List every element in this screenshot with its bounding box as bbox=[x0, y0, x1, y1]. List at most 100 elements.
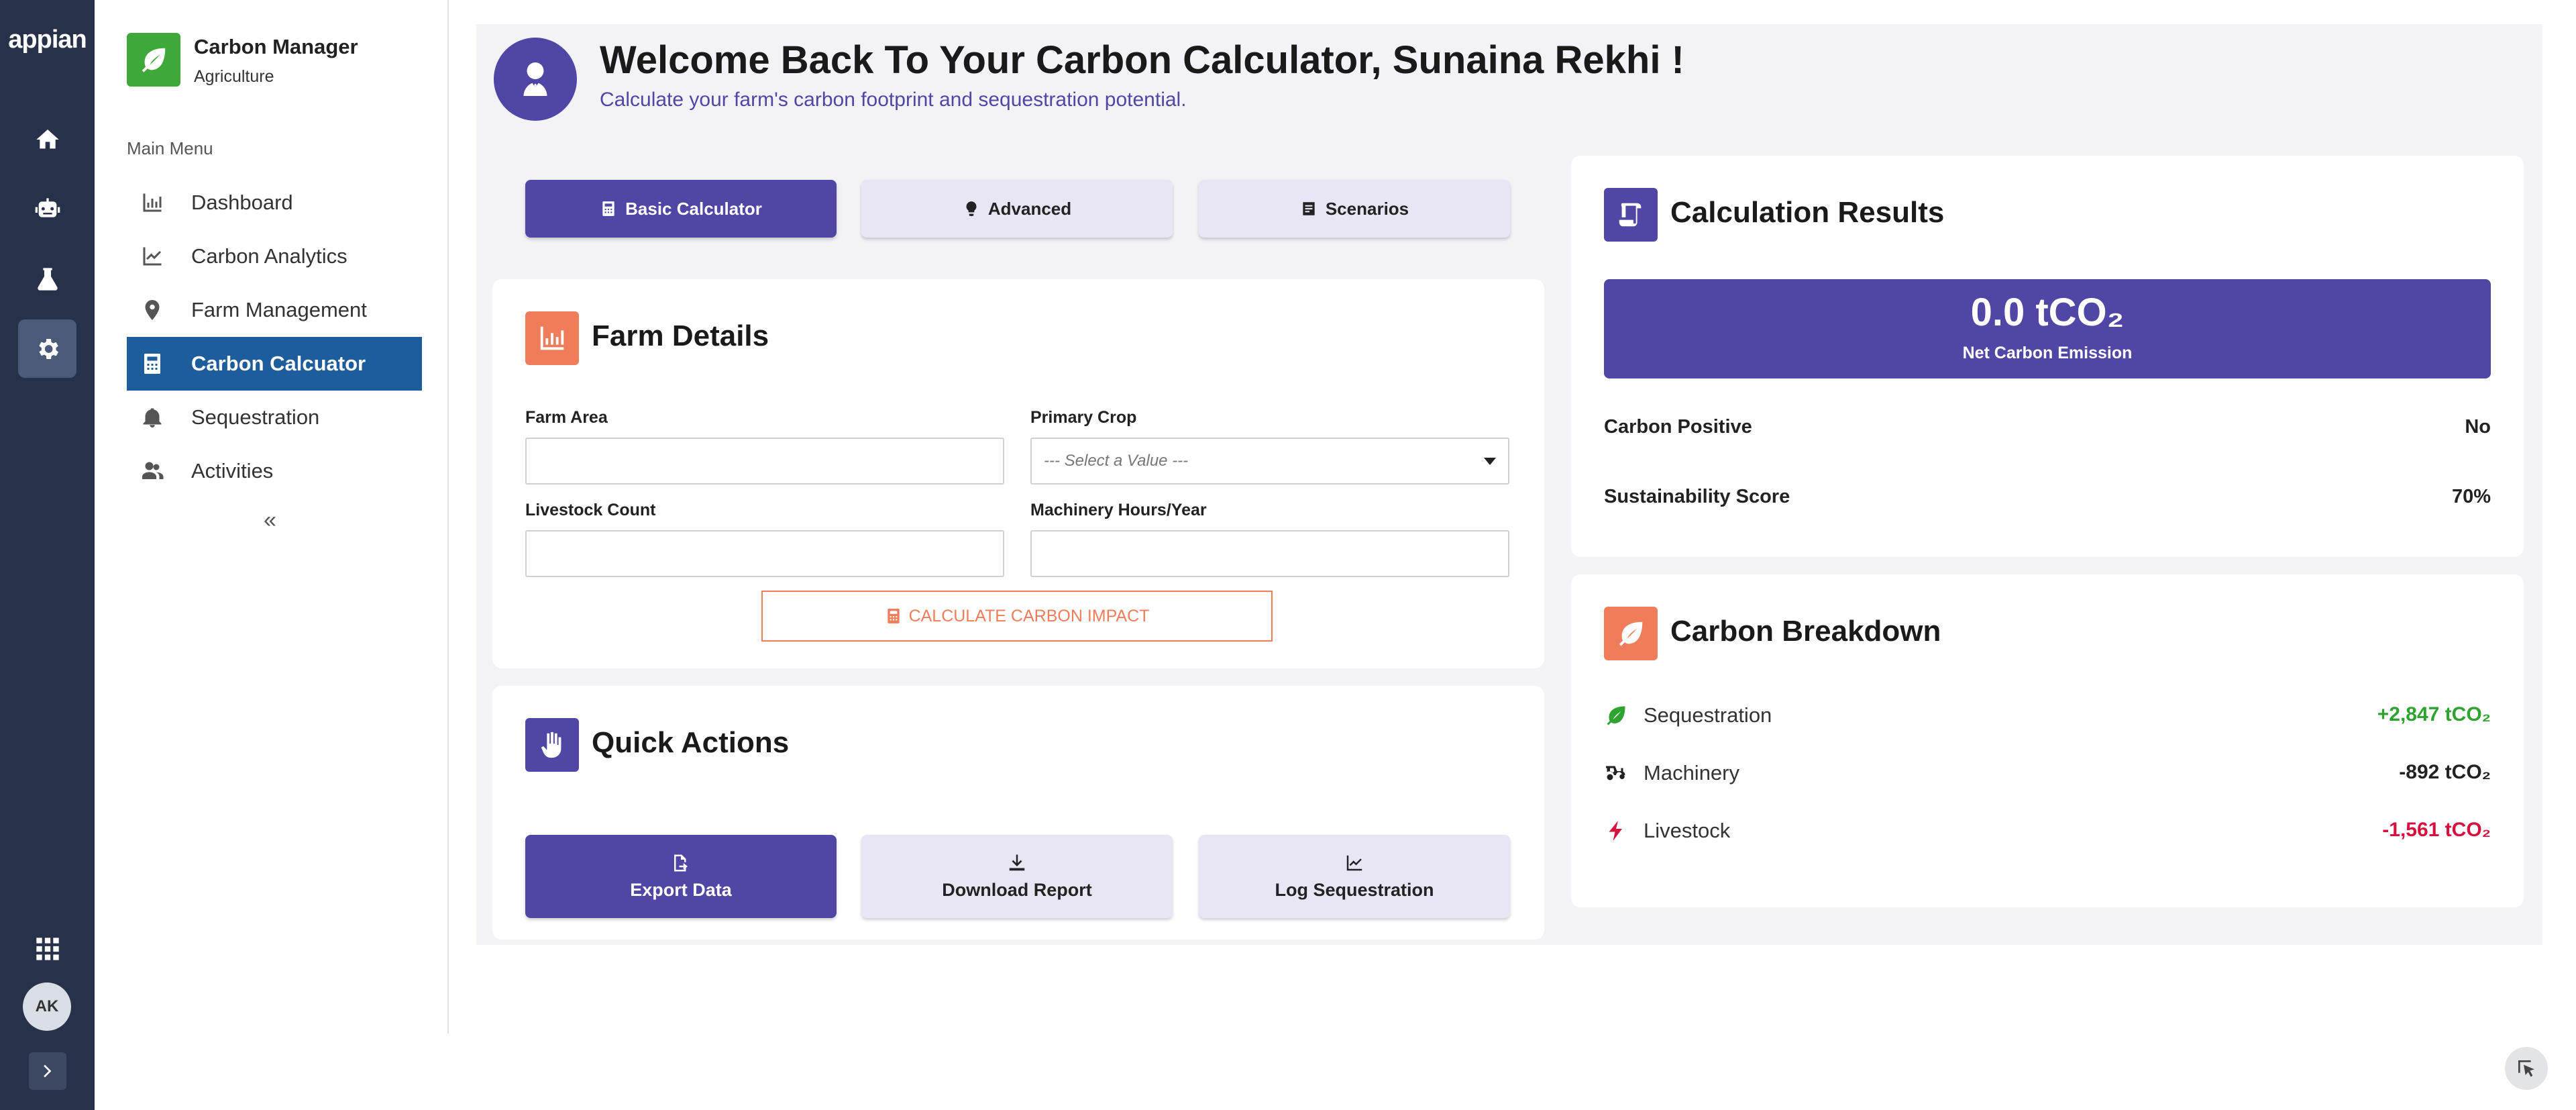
hand-icon bbox=[541, 731, 561, 758]
sidebar-item-activities[interactable]: Activities bbox=[127, 444, 422, 498]
download-icon bbox=[1009, 854, 1025, 870]
quick-actions-badge bbox=[525, 718, 579, 772]
bell-icon bbox=[143, 408, 162, 427]
primary-crop-select[interactable]: --- Select a Value --- bbox=[1030, 438, 1509, 485]
net-carbon-label: Net Carbon Emission bbox=[1962, 344, 2133, 362]
calculator-icon bbox=[602, 201, 614, 216]
farm-details-card: Farm Details Farm Area Primary Crop --- … bbox=[492, 279, 1544, 668]
app-root: appian AK Carbon Manager Agriculture Mai… bbox=[0, 0, 2576, 1110]
breakdown-title: Carbon Breakdown bbox=[1670, 615, 1941, 648]
export-icon bbox=[674, 854, 688, 871]
breakdown-machinery-value: -892 tCO₂ bbox=[2399, 761, 2491, 783]
calculator-icon bbox=[887, 609, 900, 623]
chart-icon bbox=[1346, 855, 1362, 870]
lightbulb-icon bbox=[966, 201, 977, 216]
sidebar-item-label: Activities bbox=[191, 459, 274, 483]
leaf-icon bbox=[1619, 621, 1643, 646]
qa-button-label: Download Report bbox=[942, 879, 1092, 900]
brand-logo bbox=[127, 33, 180, 87]
tab-label: Scenarios bbox=[1325, 198, 1409, 219]
corner-cursor-button[interactable] bbox=[2505, 1047, 2548, 1090]
robot-icon bbox=[35, 197, 60, 217]
breakdown-livestock-value: -1,561 tCO₂ bbox=[2382, 819, 2491, 841]
livestock-count-label: Livestock Count bbox=[525, 501, 656, 519]
bar-chart-icon bbox=[540, 326, 564, 350]
user-avatar[interactable]: AK bbox=[23, 982, 71, 1031]
primary-crop-placeholder: --- Select a Value --- bbox=[1044, 452, 1189, 470]
farm-area-input[interactable] bbox=[525, 438, 1004, 485]
rail-home-button[interactable] bbox=[18, 110, 76, 168]
sidebar-collapse-button[interactable]: « bbox=[264, 507, 276, 534]
document-icon bbox=[1303, 202, 1315, 215]
tab-advanced[interactable]: Advanced bbox=[861, 180, 1173, 238]
rail-robot-button[interactable] bbox=[18, 180, 76, 238]
sidebar-item-farm-management[interactable]: Farm Management bbox=[127, 283, 422, 337]
leaf-icon bbox=[1607, 706, 1625, 725]
sustainability-score-label: Sustainability Score bbox=[1604, 486, 1790, 507]
sidebar-item-label: Carbon Analytics bbox=[191, 244, 347, 268]
carbon-positive-value: No bbox=[2465, 416, 2491, 438]
farm-details-badge bbox=[525, 311, 579, 365]
net-carbon-panel: 0.0 tCO₂ Net Carbon Emission bbox=[1604, 279, 2491, 379]
rail-apps-button[interactable] bbox=[18, 919, 76, 978]
breakdown-badge bbox=[1604, 607, 1658, 660]
page-title: Welcome Back To Your Carbon Calculator, … bbox=[600, 38, 1684, 82]
left-rail: appian AK bbox=[0, 0, 95, 1110]
breakdown-machinery-label: Machinery bbox=[1644, 761, 1739, 785]
calculate-button-label: CALCULATE CARBON IMPACT bbox=[908, 606, 1150, 625]
export-data-button[interactable]: Export Data bbox=[525, 835, 837, 918]
log-sequestration-button[interactable]: Log Sequestration bbox=[1199, 835, 1510, 918]
livestock-count-input[interactable] bbox=[525, 530, 1004, 577]
sidebar-item-sequestration[interactable]: Sequestration bbox=[127, 391, 422, 444]
primary-crop-label: Primary Crop bbox=[1030, 408, 1137, 427]
app-subtitle: Agriculture bbox=[194, 67, 274, 86]
map-pin-icon bbox=[145, 300, 160, 320]
home-icon bbox=[36, 129, 59, 148]
rail-settings-button[interactable] bbox=[18, 319, 76, 378]
download-report-button[interactable]: Download Report bbox=[861, 835, 1173, 918]
calculate-carbon-impact-button[interactable]: CALCULATE CARBON IMPACT bbox=[761, 591, 1273, 642]
rail-expand-button[interactable] bbox=[29, 1052, 66, 1090]
breakdown-sequestration-value: +2,847 tCO₂ bbox=[2377, 703, 2491, 725]
results-badge bbox=[1604, 188, 1658, 242]
sidebar-item-dashboard[interactable]: Dashboard bbox=[127, 176, 422, 230]
tab-basic-calculator[interactable]: Basic Calculator bbox=[525, 180, 837, 238]
leaf-icon bbox=[142, 48, 166, 72]
farm-area-label: Farm Area bbox=[525, 408, 608, 427]
users-icon bbox=[142, 462, 164, 479]
scroll-icon bbox=[1619, 203, 1642, 227]
breakdown-livestock-label: Livestock bbox=[1644, 819, 1731, 842]
carbon-positive-label: Carbon Positive bbox=[1604, 416, 1752, 438]
qa-button-label: Export Data bbox=[630, 879, 732, 900]
chevron-right-icon bbox=[44, 1064, 52, 1078]
calculator-icon bbox=[144, 354, 160, 374]
farm-details-title: Farm Details bbox=[592, 319, 769, 352]
main-content: Welcome Back To Your Carbon Calculator, … bbox=[476, 24, 2542, 945]
user-profile-badge bbox=[494, 38, 577, 121]
breakdown-sequestration-label: Sequestration bbox=[1644, 703, 1772, 727]
carbon-breakdown-card: Carbon Breakdown Sequestration +2,847 tC… bbox=[1571, 574, 2524, 907]
cursor-select-icon bbox=[2518, 1060, 2534, 1077]
tab-scenarios[interactable]: Scenarios bbox=[1199, 180, 1510, 238]
machinery-hours-input[interactable] bbox=[1030, 530, 1509, 577]
sidebar-item-label: Carbon Calcuator bbox=[191, 352, 366, 375]
menu-heading: Main Menu bbox=[127, 138, 213, 158]
tab-label: Basic Calculator bbox=[625, 198, 762, 219]
quick-actions-title: Quick Actions bbox=[592, 726, 790, 759]
grid-icon bbox=[36, 937, 59, 960]
sidebar-item-label: Dashboard bbox=[191, 191, 293, 214]
sidebar-item-label: Sequestration bbox=[191, 405, 320, 429]
sustainability-score-value: 70% bbox=[2451, 486, 2491, 507]
sidebar-item-carbon-calculator[interactable]: Carbon Calcuator bbox=[127, 337, 422, 391]
bar-chart-icon bbox=[143, 193, 162, 212]
gear-icon bbox=[38, 338, 58, 359]
flask-icon bbox=[37, 267, 58, 291]
results-title: Calculation Results bbox=[1670, 196, 1945, 229]
rail-lab-button[interactable] bbox=[18, 250, 76, 308]
tab-label: Advanced bbox=[987, 198, 1072, 219]
sidebar: Carbon Manager Agriculture Main Menu Das… bbox=[95, 0, 449, 1033]
machinery-hours-label: Machinery Hours/Year bbox=[1030, 501, 1207, 519]
sidebar-item-carbon-analytics[interactable]: Carbon Analytics bbox=[127, 230, 422, 283]
app-name: Carbon Manager bbox=[194, 35, 358, 58]
appian-logo: appian bbox=[8, 26, 87, 54]
